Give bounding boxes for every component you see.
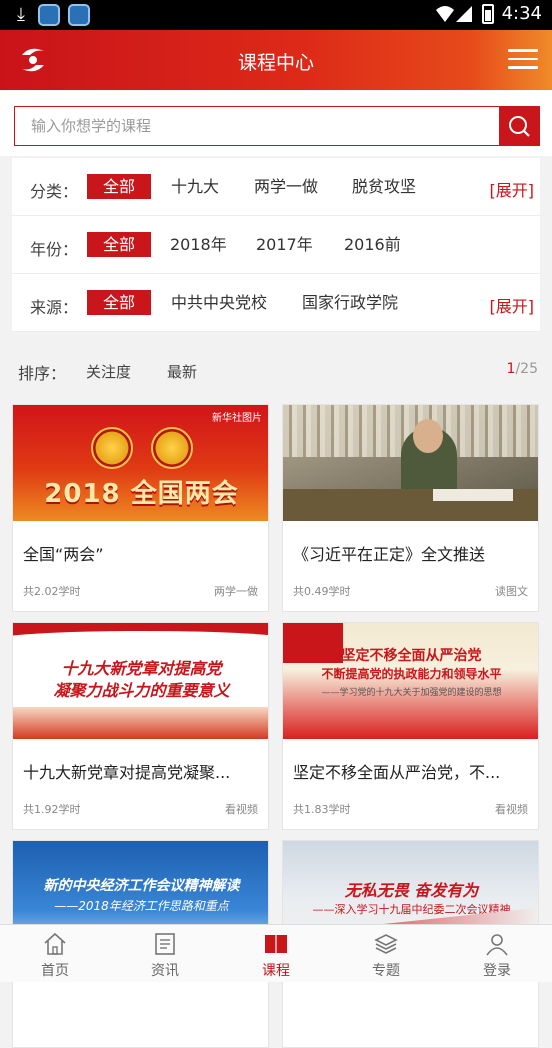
filter-option[interactable]: 中共中央党校 bbox=[171, 291, 267, 315]
cppcc-emblem-icon bbox=[151, 427, 193, 469]
course-thumbnail: 十九大新党章对提高党 凝聚力战斗力的重要意义 bbox=[13, 623, 268, 739]
sort-option-latest[interactable]: 最新 bbox=[167, 361, 197, 382]
course-thumbnail: 新华社图片 2018 全国两会 bbox=[13, 405, 268, 521]
page-indicator: 1/25 bbox=[506, 361, 538, 377]
course-type: 看视频 bbox=[495, 803, 528, 816]
search-area bbox=[0, 90, 552, 156]
filter-option[interactable]: 全部 bbox=[87, 232, 152, 257]
course-hours: 共1.92学时 bbox=[23, 803, 81, 816]
course-hours: 共0.49学时 bbox=[293, 585, 351, 598]
filter-option[interactable]: 十九大 bbox=[171, 175, 219, 199]
system-icons: 4:34 bbox=[434, 3, 542, 24]
app-header: 课程中心 bbox=[0, 30, 552, 90]
filter-panel: 分类： 全部 十九大 两学一做 脱贫攻坚 [展开] 年份： 全部 2018年 2… bbox=[12, 158, 540, 332]
thumbnail-text: 十九大新党章对提高党 bbox=[61, 659, 222, 678]
nav-login[interactable]: 登录 bbox=[442, 925, 552, 983]
course-title: 坚定不移全面从严治党，不... bbox=[293, 763, 501, 782]
user-icon bbox=[486, 934, 508, 956]
bottom-nav: 首页 资讯 课程 专题 登录 bbox=[0, 924, 552, 982]
thumbnail-badge: 新华社图片 bbox=[212, 413, 262, 424]
search-icon bbox=[509, 116, 530, 137]
sort-bar: 排序： 关注度 最新 1/25 bbox=[0, 346, 552, 392]
filter-label: 年份： bbox=[30, 240, 79, 259]
app-notification-icon bbox=[38, 4, 60, 26]
expand-button[interactable]: [展开] bbox=[490, 177, 535, 201]
course-type: 看视频 bbox=[225, 803, 258, 816]
course-thumbnail bbox=[283, 405, 538, 521]
nav-home[interactable]: 首页 bbox=[0, 925, 110, 983]
filter-option[interactable]: 全部 bbox=[87, 290, 152, 315]
sort-option-popularity[interactable]: 关注度 bbox=[86, 361, 131, 382]
nav-label: 资讯 bbox=[151, 963, 179, 979]
battery-icon bbox=[481, 3, 494, 24]
filter-option[interactable]: 全部 bbox=[87, 174, 152, 199]
expand-button[interactable]: [展开] bbox=[490, 293, 535, 317]
search-button[interactable] bbox=[499, 107, 539, 145]
menu-button[interactable] bbox=[508, 49, 538, 71]
download-icon: ⤓ bbox=[17, 4, 25, 25]
news-icon bbox=[155, 933, 175, 955]
book-icon bbox=[265, 935, 287, 953]
course-card[interactable]: 十九大新党章对提高党 凝聚力战斗力的重要意义 十九大新党章对提高党凝聚... 共… bbox=[12, 622, 269, 830]
home-icon bbox=[44, 932, 66, 955]
course-hours: 共2.02学时 bbox=[23, 585, 81, 598]
course-type: 两学一做 bbox=[214, 585, 258, 598]
course-card[interactable]: 坚定不移全面从严治党 不断提高党的执政能力和领导水平 ——学习党的十九大关于加强… bbox=[282, 622, 539, 830]
filter-option[interactable]: 国家行政学院 bbox=[302, 291, 398, 315]
filter-row-year: 年份： 全部 2018年 2017年 2016前 bbox=[12, 216, 540, 274]
app-notification-icon bbox=[68, 4, 90, 26]
menu-icon bbox=[508, 49, 538, 52]
thumbnail-text: ——学习党的十九大关于加强党的建设的思想 bbox=[321, 688, 502, 698]
page-title: 课程中心 bbox=[237, 52, 314, 74]
clock: 4:34 bbox=[501, 3, 542, 24]
course-title: 《习近平在正定》全文推送 bbox=[293, 545, 486, 564]
nav-label: 课程 bbox=[262, 963, 290, 979]
course-thumbnail: 坚定不移全面从严治党 不断提高党的执政能力和领导水平 ——学习党的十九大关于加强… bbox=[283, 623, 538, 739]
filter-option[interactable]: 2017年 bbox=[256, 233, 313, 257]
nav-label: 专题 bbox=[372, 963, 400, 979]
filter-label: 来源： bbox=[30, 298, 79, 317]
wifi-signal-icon bbox=[435, 5, 472, 22]
thumbnail-text: 新的中央经济工作会议精神解读 bbox=[43, 878, 240, 894]
status-bar: ⤓ 4:34 bbox=[0, 0, 552, 30]
nav-courses[interactable]: 课程 bbox=[221, 925, 331, 983]
filter-row-category: 分类： 全部 十九大 两学一做 脱贫攻坚 [展开] bbox=[12, 158, 540, 216]
course-title: 全国“两会” bbox=[23, 545, 104, 564]
nav-label: 首页 bbox=[41, 963, 69, 979]
search-box bbox=[14, 106, 540, 146]
layers-icon bbox=[374, 934, 398, 954]
filter-row-source: 来源： 全部 中共中央党校 国家行政学院 [展开] bbox=[12, 274, 540, 332]
course-card[interactable]: 《习近平在正定》全文推送 共0.49学时 读图文 bbox=[282, 404, 539, 612]
notification-icons: ⤓ bbox=[12, 4, 90, 26]
filter-option[interactable]: 2016前 bbox=[344, 233, 401, 257]
course-hours: 共1.83学时 bbox=[293, 803, 351, 816]
course-card[interactable]: 新华社图片 2018 全国两会 全国“两会” 共2.02学时 两学一做 bbox=[12, 404, 269, 612]
filter-option[interactable]: 两学一做 bbox=[254, 175, 318, 199]
thumbnail-text: 无私无畏 奋发有为 bbox=[344, 881, 479, 900]
filter-option[interactable]: 2018年 bbox=[170, 233, 227, 257]
thumbnail-text: 凝聚力战斗力的重要意义 bbox=[53, 681, 230, 700]
nav-label: 登录 bbox=[483, 963, 511, 979]
filter-label: 分类： bbox=[30, 182, 79, 201]
thumbnail-text: ——2018年经济工作思路和重点 bbox=[54, 899, 229, 913]
national-emblem-icon bbox=[91, 427, 133, 469]
nav-news[interactable]: 资讯 bbox=[110, 925, 220, 983]
search-input[interactable] bbox=[15, 107, 499, 145]
nav-topics[interactable]: 专题 bbox=[331, 925, 441, 983]
thumbnail-text: 坚定不移全面从严治党 bbox=[341, 648, 482, 664]
course-type: 读图文 bbox=[495, 585, 528, 598]
filter-option[interactable]: 脱贫攻坚 bbox=[352, 175, 416, 199]
thumbnail-text: 不断提高党的执政能力和领导水平 bbox=[321, 667, 502, 681]
course-title: 十九大新党章对提高党凝聚... bbox=[23, 763, 231, 782]
thumbnail-text: 2018 全国两会 bbox=[44, 479, 239, 509]
sort-label: 排序： bbox=[18, 364, 67, 383]
